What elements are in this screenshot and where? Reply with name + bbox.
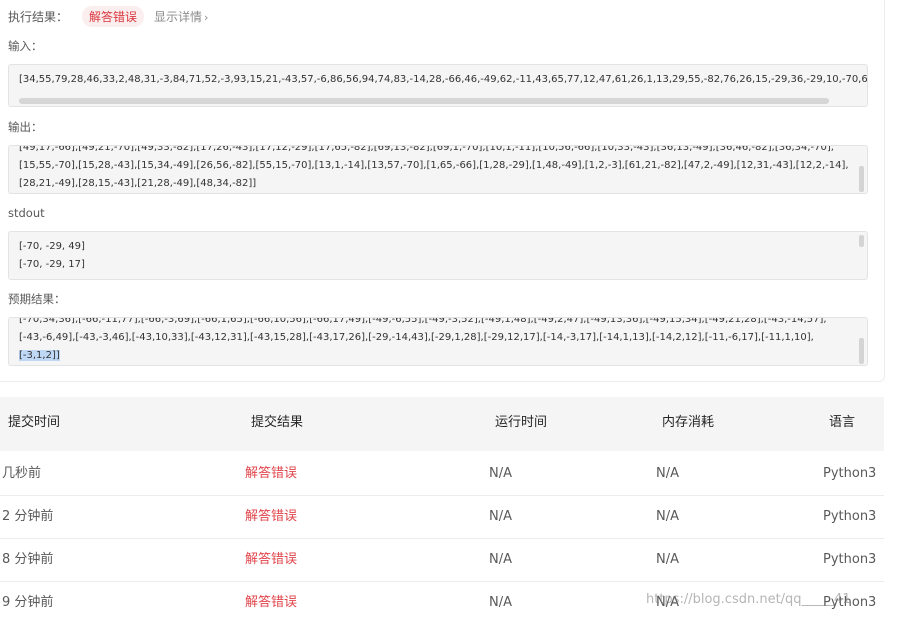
- expected-line: [-70,34,36],[-66,-11,77],[-66,-3,69],[-6…: [19, 317, 827, 325]
- memory: N/A: [656, 552, 679, 567]
- stdout-label: stdout: [8, 206, 45, 220]
- runtime: N/A: [489, 552, 512, 567]
- table-row[interactable]: 8 分钟前 解答错误 N/A N/A Python3: [0, 538, 884, 582]
- chevron-right-icon: ›: [204, 10, 209, 24]
- header-memory: 内存消耗: [662, 415, 715, 430]
- stdout-line: [-70, -29, 17]: [19, 259, 85, 270]
- runtime: N/A: [489, 466, 512, 481]
- watermark: https://blog.csdn.net/qq_____41: [646, 592, 851, 607]
- result-row: 执行结果： 解答错误 显示详情 ›: [8, 5, 208, 27]
- input-label: 输入：: [8, 39, 43, 53]
- table-row[interactable]: 2 分钟前 解答错误 N/A N/A Python3: [0, 495, 884, 539]
- language: Python3: [823, 509, 877, 524]
- header-submit-time: 提交时间: [8, 415, 61, 430]
- submit-result-link[interactable]: 解答错误: [245, 464, 297, 484]
- show-detail-link[interactable]: 显示详情 ›: [154, 8, 208, 25]
- header-runtime: 运行时间: [495, 415, 548, 430]
- runtime: N/A: [489, 595, 512, 610]
- submit-time: 几秒前: [2, 466, 42, 481]
- table-row[interactable]: 几秒前 解答错误 N/A N/A Python3: [0, 452, 884, 496]
- submit-time: 2 分钟前: [2, 509, 54, 524]
- vertical-scrollbar[interactable]: [859, 338, 864, 364]
- expected-line: [-3,1,2]]: [19, 350, 60, 361]
- vertical-scrollbar[interactable]: [859, 235, 864, 247]
- output-line: [28,21,-49],[28,15,-43],[21,28,-49],[48,…: [19, 178, 257, 189]
- submit-result-link[interactable]: 解答错误: [245, 593, 297, 613]
- status-badge: 解答错误: [82, 5, 145, 27]
- result-label: 执行结果：: [8, 9, 69, 24]
- input-line: [34,55,79,28,46,33,2,48,31,-3,84,71,52,-…: [19, 74, 868, 85]
- output-line: [49,17,-66],[49,21,-70],[49,33,-82],[17,…: [19, 145, 834, 153]
- output-line: [15,55,-70],[15,28,-43],[15,34,-49],[26,…: [19, 160, 849, 171]
- submit-time: 8 分钟前: [2, 552, 54, 567]
- result-panel: 执行结果： 解答错误 显示详情 › 输入： [34,55,79,28,46,33,…: [0, 0, 885, 382]
- expected-box[interactable]: [-70,34,36],[-66,-11,77],[-66,-3,69],[-6…: [8, 317, 868, 366]
- expected-label: 预期结果：: [8, 292, 66, 306]
- submit-time: 9 分钟前: [2, 595, 54, 610]
- submit-result-link[interactable]: 解答错误: [245, 550, 297, 570]
- output-box[interactable]: [49,17,-66],[49,21,-70],[49,33,-82],[17,…: [8, 145, 868, 194]
- header-language: 语言: [829, 415, 856, 430]
- memory: N/A: [656, 466, 679, 481]
- language: Python3: [823, 552, 877, 567]
- language: Python3: [823, 466, 877, 481]
- submit-result-link[interactable]: 解答错误: [245, 507, 297, 527]
- output-label: 输出：: [8, 120, 43, 134]
- header-submit-result: 提交结果: [251, 415, 304, 430]
- stdout-line: [-70, -29, 49]: [19, 241, 85, 252]
- memory: N/A: [656, 509, 679, 524]
- show-detail-label: 显示详情: [154, 9, 203, 24]
- runtime: N/A: [489, 509, 512, 524]
- stdout-box[interactable]: [-70, -29, 49] [-70, -29, 17]: [8, 231, 868, 280]
- vertical-scrollbar[interactable]: [859, 166, 864, 192]
- horizontal-scrollbar[interactable]: [19, 98, 829, 104]
- expected-line: [-43,-6,49],[-43,-3,46],[-43,10,33],[-43…: [19, 332, 814, 343]
- submissions-table-header: 提交时间 提交结果 运行时间 内存消耗 语言: [0, 397, 884, 451]
- input-box[interactable]: [34,55,79,28,46,33,2,48,31,-3,84,71,52,-…: [8, 64, 868, 107]
